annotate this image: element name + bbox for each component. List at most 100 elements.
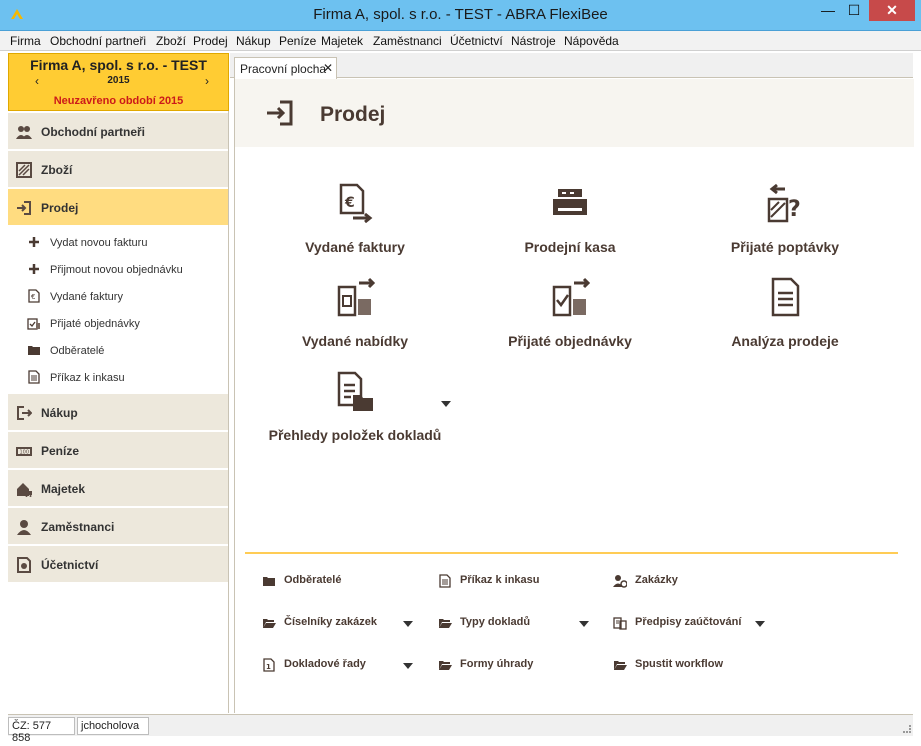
tab-pracovni-plocha[interactable]: Pracovní plocha ✕	[234, 57, 337, 79]
accounting-year: 2015	[107, 75, 130, 86]
link-label: Typy dokladů	[460, 616, 531, 628]
sidebar-subitem-odberatele[interactable]: Odběratelé	[8, 337, 228, 364]
tab-close-icon[interactable]: ✕	[323, 61, 333, 75]
sidebar-item-zamestnanci[interactable]: Zaměstnanci	[8, 508, 228, 545]
folder-open-icon	[614, 661, 627, 670]
partners-icon	[16, 126, 32, 139]
document-series-icon: 1	[263, 658, 275, 672]
window-title: Firma A, spol. s r.o. - TEST - ABRA Flex…	[313, 6, 608, 23]
document-items-icon	[337, 371, 373, 411]
status-bar: ČZ: 577 858 jchocholova	[8, 714, 913, 744]
goods-icon	[16, 162, 32, 178]
document-icon	[28, 370, 40, 384]
menu-nakup[interactable]: Nákup	[236, 34, 271, 48]
close-button[interactable]: ✕	[869, 0, 915, 21]
tile-dropdown-arrow[interactable]	[441, 401, 451, 407]
tile-prodejni-kasa[interactable]: Prodejní kasa	[460, 183, 680, 273]
menu-penize[interactable]: Peníze	[279, 34, 316, 48]
folder-open-icon	[439, 619, 452, 628]
sidebar: Firma A, spol. s r.o. - TEST ‹ 2015 › Ne…	[8, 53, 229, 713]
link-label: Formy úhrady	[460, 658, 534, 670]
sidebar-item-penize[interactable]: 100 Peníze	[8, 432, 228, 469]
tile-label: Vydané nabídky	[301, 333, 409, 349]
menu-obchodni-partneri[interactable]: Obchodní partneři	[50, 34, 146, 48]
sidebar-item-ucetnictvi[interactable]: Účetnictví	[8, 546, 228, 583]
sidebar-item-label: Prodej	[41, 201, 79, 215]
sidebar-subitem-label: Vydat novou fakturu	[50, 237, 148, 249]
link-label: Dokladové řady	[284, 658, 366, 670]
sidebar-subitem-label: Příkaz k inkasu	[50, 372, 125, 384]
menu-napoveda[interactable]: Nápověda	[564, 34, 619, 48]
sidebar-item-zbozi[interactable]: Zboží	[8, 151, 228, 188]
svg-text:€: €	[31, 293, 35, 301]
tab-strip: Pracovní plocha ✕	[230, 53, 913, 79]
page-header: Prodej	[235, 79, 914, 147]
sidebar-subitem-vydane-faktury[interactable]: € Vydané faktury	[8, 283, 228, 310]
employees-icon	[17, 520, 31, 535]
sidebar-item-label: Majetek	[41, 482, 86, 496]
next-year-button[interactable]: ›	[205, 74, 209, 88]
page-title: Prodej	[320, 103, 386, 126]
accounting-icon	[17, 557, 31, 573]
tile-prijate-objednavky[interactable]: Přijaté objednávky	[460, 277, 680, 367]
folder-icon	[263, 577, 275, 586]
company-name: Firma A, spol. s r.o. - TEST	[30, 57, 207, 73]
sidebar-item-label: Účetnictví	[41, 558, 99, 572]
minimize-button[interactable]: —	[818, 0, 838, 21]
sales-icon	[17, 201, 31, 215]
link-label: Předpisy zaúčtování	[635, 616, 742, 628]
company-selector: Firma A, spol. s r.o. - TEST ‹ 2015 › Ne…	[8, 53, 229, 111]
dokladove-rady-dropdown-arrow[interactable]	[403, 663, 413, 669]
sidebar-subitem-label: Přijmout novou objednávku	[50, 264, 183, 276]
maximize-button[interactable]: ☐	[844, 0, 864, 21]
menu-zbozi[interactable]: Zboží	[156, 34, 186, 48]
link-label: Příkaz k inkasu	[460, 574, 540, 586]
sidebar-item-label: Nákup	[41, 406, 78, 420]
sidebar-subitem-prijate-objednavky[interactable]: Přijaté objednávky	[8, 310, 228, 337]
menu-prodej[interactable]: Prodej	[193, 34, 228, 48]
sidebar-subitem-prikaz-k-inkasu[interactable]: Příkaz k inkasu	[8, 364, 228, 391]
sidebar-item-label: Zaměstnanci	[41, 520, 115, 534]
document-icon	[439, 574, 451, 588]
menu-nastroje[interactable]: Nástroje	[511, 34, 556, 48]
sidebar-subitem-vydat-fakturu[interactable]: Vydat novou fakturu	[8, 229, 228, 256]
title-bar: Firma A, spol. s r.o. - TEST - ABRA Flex…	[0, 0, 921, 31]
sidebar-item-label: Obchodní partneři	[41, 125, 146, 139]
predpisy-dropdown-arrow[interactable]	[755, 621, 765, 627]
sidebar-item-majetek[interactable]: Majetek	[8, 470, 228, 507]
sidebar-item-nakup[interactable]: Nákup	[8, 394, 228, 431]
sidebar-subitem-prijmout-objednavku[interactable]: Přijmout novou objednávku	[8, 256, 228, 283]
contracts-icon	[613, 575, 627, 588]
menu-firma[interactable]: Firma	[10, 34, 41, 48]
tile-prehledy-polozek[interactable]: Přehledy položek dokladů	[245, 371, 465, 461]
section-separator	[245, 552, 898, 554]
svg-text:€: €	[344, 195, 355, 211]
sidebar-subitem-label: Přijaté objednávky	[50, 318, 140, 330]
menu-majetek[interactable]: Majetek	[321, 34, 363, 48]
tile-label: Analýza prodeje	[731, 333, 839, 349]
tile-vydane-faktury[interactable]: € Vydané faktury	[245, 183, 465, 273]
tile-prijate-poptavky[interactable]: ? Přijaté poptávky	[675, 183, 895, 273]
purchase-icon	[17, 406, 32, 420]
sidebar-item-obchodni-partneri[interactable]: Obchodní partneři	[8, 113, 228, 150]
menu-ucetnictvi[interactable]: Účetnictví	[450, 34, 503, 48]
link-label: Číselníky zakázek	[284, 616, 377, 628]
sidebar-item-label: Zboží	[41, 163, 73, 177]
plus-icon	[29, 237, 39, 247]
menu-zamestnanci[interactable]: Zaměstnanci	[373, 34, 442, 48]
folder-open-icon	[263, 619, 276, 628]
resize-grip[interactable]	[903, 725, 911, 733]
order-icon	[27, 318, 40, 330]
tile-analyza-prodeje[interactable]: Analýza prodeje	[675, 277, 895, 367]
main-content: Prodej € Vydané faktury Prodejní kasa ? …	[234, 79, 914, 713]
typy-dokladu-dropdown-arrow[interactable]	[579, 621, 589, 627]
ciselniky-dropdown-arrow[interactable]	[403, 621, 413, 627]
cash-register-icon	[553, 189, 587, 215]
link-label: Spustit workflow	[635, 658, 723, 670]
period-status: Neuzavřeno období 2015	[53, 95, 184, 107]
sidebar-item-prodej[interactable]: Prodej	[8, 189, 228, 226]
sidebar-item-label: Peníze	[41, 444, 80, 458]
property-icon	[17, 483, 32, 497]
invoice-icon: €	[28, 289, 40, 303]
tile-vydane-nabidky[interactable]: Vydané nabídky	[245, 277, 465, 367]
